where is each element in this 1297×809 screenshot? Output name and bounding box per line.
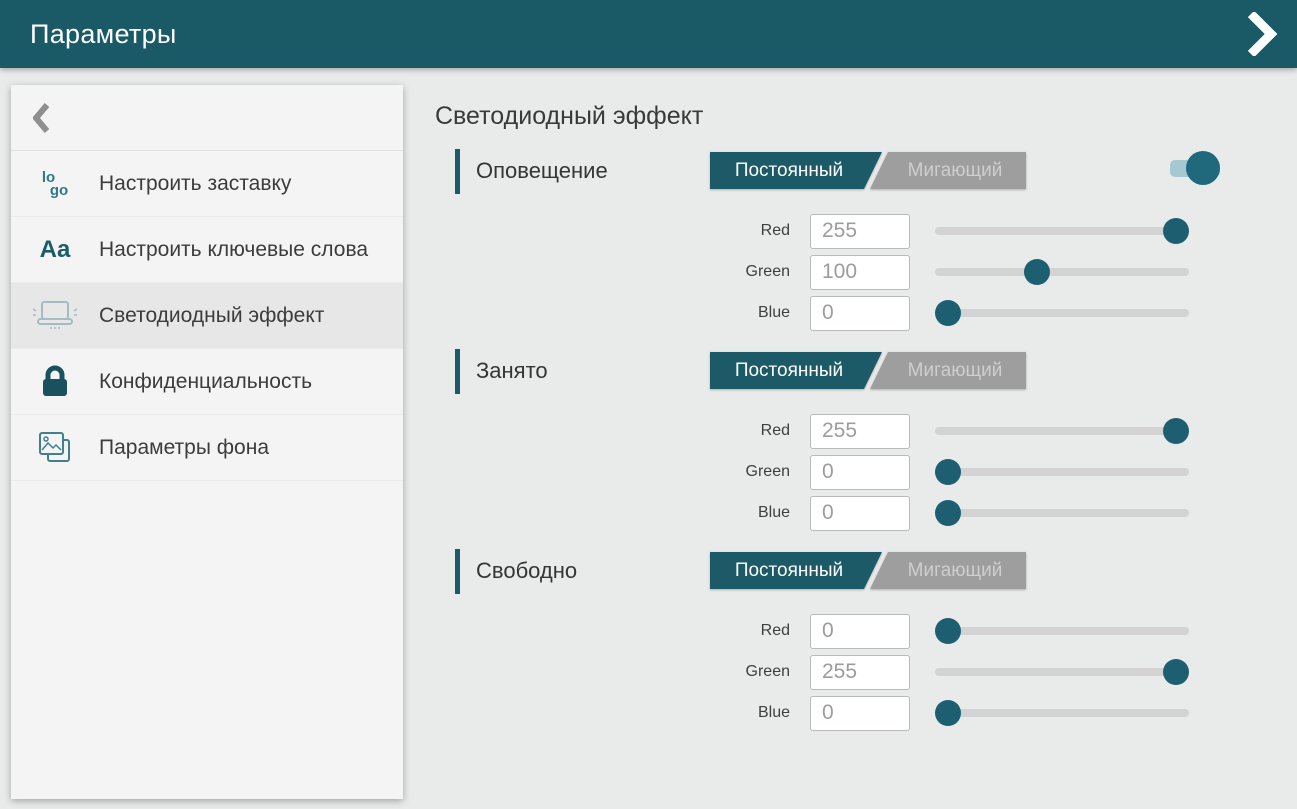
red-slider[interactable] [935, 613, 1189, 649]
slider-thumb[interactable] [1163, 659, 1189, 685]
slider-thumb[interactable] [935, 459, 961, 485]
sidebar-item-label: Параметры фона [99, 434, 269, 461]
channel-label: Blue [404, 304, 790, 322]
section-label: Занято [476, 358, 548, 384]
mode-blinking-button[interactable]: Мигающий [870, 152, 1026, 189]
toggle-knob [1186, 151, 1220, 185]
app-title: Параметры [30, 19, 177, 50]
mode-segmented-control: Постоянный Мигающий [710, 552, 1026, 589]
sidebar-item-led-effect[interactable]: Светодиодный эффект [11, 283, 403, 349]
channel-label: Red [404, 422, 790, 440]
mode-constant-button[interactable]: Постоянный [710, 152, 882, 189]
slider-thumb[interactable] [935, 700, 961, 726]
channel-row-blue: Blue [404, 295, 1297, 331]
channel-row-green: Green [404, 254, 1297, 290]
mode-blinking-button[interactable]: Мигающий [870, 552, 1026, 589]
channel-label: Red [404, 222, 790, 240]
green-slider[interactable] [935, 454, 1189, 490]
sidebar-item-privacy[interactable]: Конфиденциальность [11, 349, 403, 415]
red-slider[interactable] [935, 413, 1189, 449]
channel-label: Green [404, 463, 790, 481]
sidebar-item-label: Настроить заставку [99, 170, 291, 197]
red-value-input[interactable] [810, 214, 910, 249]
logo-icon-text-bottom: go [50, 184, 68, 197]
blue-value-input[interactable] [810, 696, 910, 731]
section-notification: Оповещение Постоянный Мигающий Red Green [404, 148, 1297, 331]
slider-track [935, 709, 1189, 717]
section-label: Свободно [476, 558, 577, 584]
red-slider[interactable] [935, 213, 1189, 249]
sidebar-item-label: Светодиодный эффект [99, 302, 324, 329]
channel-label: Green [404, 263, 790, 281]
slider-track [935, 268, 1189, 276]
slider-track [935, 509, 1189, 517]
section-accent-bar [455, 349, 460, 394]
slider-thumb[interactable] [1163, 418, 1189, 444]
font-icon: Aa [11, 236, 99, 264]
green-value-input[interactable] [810, 455, 910, 490]
mode-constant-button[interactable]: Постоянный [710, 552, 882, 589]
green-slider[interactable] [935, 654, 1189, 690]
section-label: Оповещение [476, 158, 608, 184]
green-value-input[interactable] [810, 255, 910, 290]
notification-toggle[interactable] [1170, 150, 1228, 187]
red-value-input[interactable] [810, 414, 910, 449]
channel-label: Blue [404, 704, 790, 722]
channel-row-red: Red [404, 413, 1297, 449]
red-value-input[interactable] [810, 614, 910, 649]
display-icon [11, 299, 99, 333]
green-value-input[interactable] [810, 655, 910, 690]
slider-track [935, 309, 1189, 317]
mode-segmented-control: Постоянный Мигающий [710, 352, 1026, 389]
chevron-left-icon [33, 103, 50, 133]
sidebar-item-keywords[interactable]: Aa Настроить ключевые слова [11, 217, 403, 283]
blue-slider[interactable] [935, 495, 1189, 531]
blue-slider[interactable] [935, 695, 1189, 731]
section-free: Свободно Постоянный Мигающий Red Green [404, 548, 1297, 731]
led-effect-panel: Светодиодный эффект Оповещение Постоянны… [404, 68, 1297, 809]
channel-row-blue: Blue [404, 695, 1297, 731]
slider-track [935, 227, 1189, 235]
channel-row-green: Green [404, 654, 1297, 690]
wallpaper-icon [11, 430, 99, 466]
green-slider[interactable] [935, 254, 1189, 290]
sidebar-item-label: Конфиденциальность [99, 368, 312, 395]
channel-row-blue: Blue [404, 495, 1297, 531]
mode-constant-button[interactable]: Постоянный [710, 352, 882, 389]
blue-value-input[interactable] [810, 296, 910, 331]
channel-row-green: Green [404, 454, 1297, 490]
section-accent-bar [455, 549, 460, 594]
slider-thumb[interactable] [935, 500, 961, 526]
chevron-right-icon [1243, 12, 1279, 56]
section-accent-bar [455, 149, 460, 194]
slider-thumb[interactable] [935, 618, 961, 644]
lock-icon [11, 365, 99, 399]
section-busy: Занято Постоянный Мигающий Red Green [404, 348, 1297, 531]
sidebar-item-background[interactable]: Параметры фона [11, 415, 403, 481]
slider-track [935, 627, 1189, 635]
slider-track [935, 427, 1189, 435]
slider-thumb[interactable] [1024, 259, 1050, 285]
channel-label: Blue [404, 504, 790, 522]
channel-label: Green [404, 663, 790, 681]
slider-track [935, 668, 1189, 676]
page-title: Светодиодный эффект [404, 68, 1297, 131]
blue-value-input[interactable] [810, 496, 910, 531]
collapse-panel-button[interactable] [1243, 12, 1279, 56]
sidebar-item-screensaver[interactable]: lo go Настроить заставку [11, 151, 403, 217]
mode-blinking-button[interactable]: Мигающий [870, 352, 1026, 389]
mode-segmented-control: Постоянный Мигающий [710, 152, 1026, 189]
channel-row-red: Red [404, 213, 1297, 249]
settings-sidebar: lo go Настроить заставку Aa Настроить кл… [11, 85, 403, 799]
sidebar-back-button[interactable] [11, 85, 403, 151]
slider-thumb[interactable] [1163, 218, 1189, 244]
slider-track [935, 468, 1189, 476]
slider-thumb[interactable] [935, 300, 961, 326]
blue-slider[interactable] [935, 295, 1189, 331]
logo-icon: lo go [11, 171, 99, 197]
channel-row-red: Red [404, 613, 1297, 649]
app-header: Параметры [0, 0, 1297, 68]
channel-label: Red [404, 622, 790, 640]
sidebar-item-label: Настроить ключевые слова [99, 236, 368, 263]
